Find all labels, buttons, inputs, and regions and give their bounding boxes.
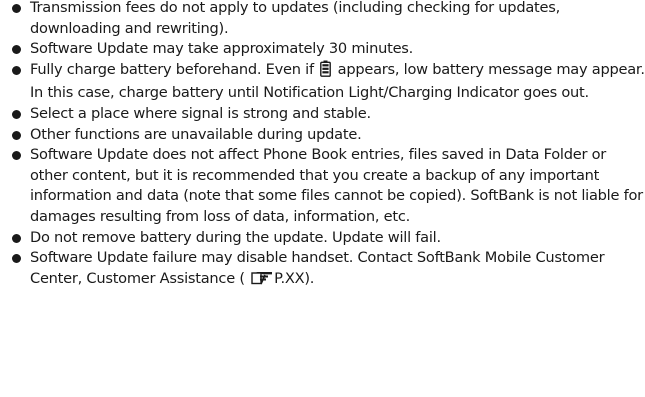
- bullet-icon: [12, 151, 21, 161]
- note-functions-unavailable: Other functions are unavailable during u…: [0, 125, 645, 146]
- note-transmission-fees: Transmission fees do not apply to update…: [0, 0, 645, 39]
- battery-icon: [320, 60, 332, 84]
- bullet-icon: [12, 254, 21, 264]
- note-text: Software Update does not affect Phone Bo…: [30, 146, 643, 225]
- note-signal: Select a place where signal is strong an…: [0, 104, 645, 125]
- page-reference-icon: [251, 271, 273, 292]
- bullet-icon: [12, 45, 21, 55]
- bullet-icon: [12, 233, 21, 243]
- note-text-before: Software Update failure may disable hand…: [30, 249, 605, 287]
- note-charge-battery: Fully charge battery beforehand. Even if…: [0, 60, 645, 104]
- note-text: Other functions are unavailable during u…: [30, 125, 362, 143]
- bullet-icon: [12, 4, 21, 13]
- note-do-not-remove-battery: Do not remove battery during the update.…: [0, 228, 645, 249]
- notes-list: Transmission fees do not apply to update…: [0, 0, 645, 291]
- note-text: Select a place where signal is strong an…: [30, 104, 371, 122]
- bullet-icon: [12, 130, 21, 140]
- note-text: Do not remove battery during the update.…: [30, 228, 441, 246]
- note-text: Software Update may take approximately 3…: [30, 40, 414, 58]
- bullet-icon: [12, 65, 21, 75]
- note-text: Transmission fees do not apply to update…: [30, 0, 560, 37]
- note-text-before: Fully charge battery beforehand. Even if: [30, 60, 314, 78]
- note-text-after: P.XX).: [274, 269, 315, 287]
- note-backup: Software Update does not affect Phone Bo…: [0, 145, 645, 227]
- note-update-duration: Software Update may take approximately 3…: [0, 39, 645, 60]
- note-update-failure: Software Update failure may disable hand…: [0, 248, 645, 291]
- bullet-icon: [12, 109, 21, 119]
